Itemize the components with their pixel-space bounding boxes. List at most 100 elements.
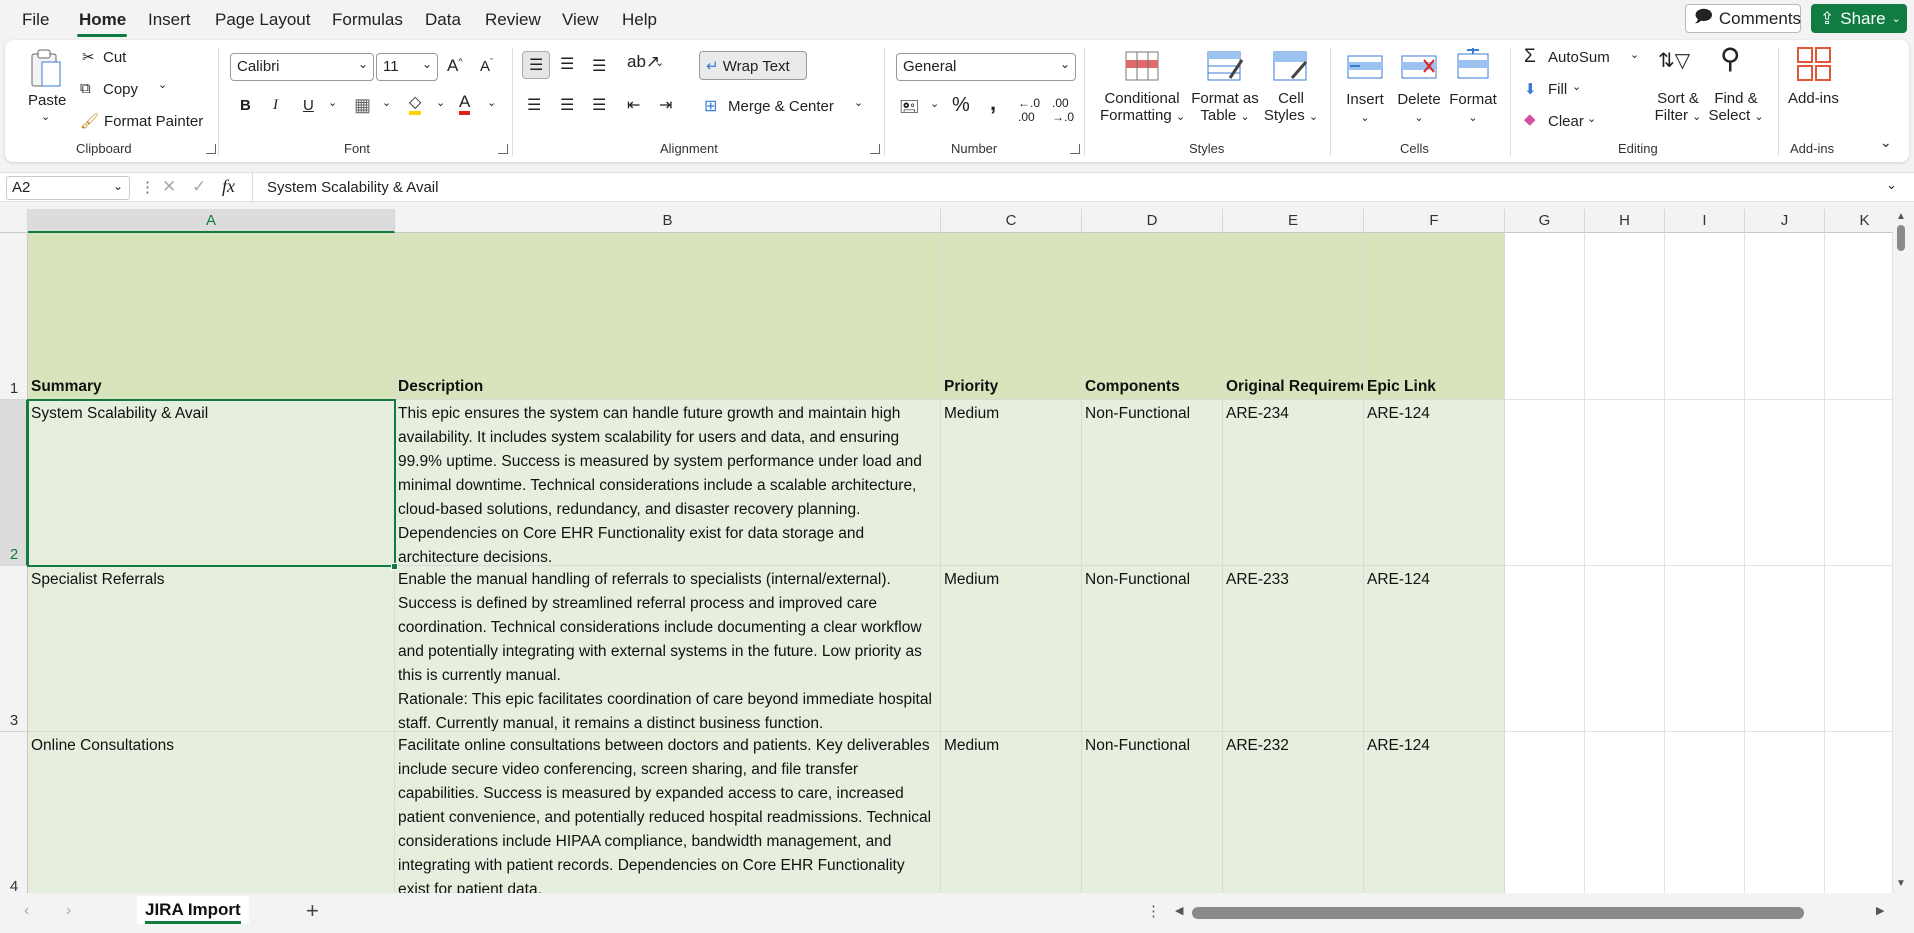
comments-button[interactable]: 🗩 Comments <box>1685 4 1801 33</box>
more-options-icon[interactable]: ⋮ <box>140 178 155 196</box>
increase-indent-icon[interactable]: ⇥ <box>659 95 672 115</box>
column-header-d[interactable]: D <box>1082 209 1223 233</box>
cell-c1[interactable]: Priority <box>941 233 1082 400</box>
merge-center-button[interactable]: Merge & Center <box>728 98 834 115</box>
expand-formula-icon[interactable]: ⌄ <box>1886 177 1897 193</box>
enter-icon[interactable]: ✓ <box>192 177 206 197</box>
vertical-scrollbar-thumb[interactable] <box>1897 225 1905 251</box>
cell-b2[interactable]: This epic ensures the system can handle … <box>395 400 941 566</box>
decrease-decimal-icon[interactable]: .00 →.0 <box>1052 96 1074 124</box>
insert-function-icon[interactable]: fx <box>222 176 235 197</box>
number-launcher-icon[interactable] <box>1070 144 1080 154</box>
menu-help[interactable]: Help <box>622 10 657 30</box>
cell-blank[interactable] <box>1825 233 1893 400</box>
increase-decimal-icon[interactable]: ←.0.00 <box>1018 96 1040 124</box>
select-all-corner[interactable] <box>0 209 28 233</box>
cell-blank[interactable] <box>1665 566 1745 732</box>
chevron-down-icon[interactable]: ⌄ <box>854 96 863 109</box>
borders-icon[interactable]: ▦ <box>354 95 371 116</box>
cell-blank[interactable] <box>1745 233 1825 400</box>
column-header-g[interactable]: G <box>1505 209 1585 233</box>
cell-blank[interactable] <box>1505 732 1585 893</box>
cell-d2[interactable]: Non-Functional <box>1082 400 1223 566</box>
cell-f2[interactable]: ARE-124 <box>1364 400 1505 566</box>
menu-file[interactable]: File <box>22 10 49 30</box>
share-button[interactable]: ⇪ Share ⌄ <box>1811 4 1907 33</box>
align-right-icon[interactable]: ☰ <box>592 95 606 115</box>
chevron-down-icon[interactable]: ⌄ <box>655 56 664 69</box>
cell-blank[interactable] <box>1585 566 1665 732</box>
cell-blank[interactable] <box>1745 732 1825 893</box>
column-header-i[interactable]: I <box>1665 209 1745 233</box>
menu-review[interactable]: Review <box>485 10 541 30</box>
scroll-down-icon[interactable]: ▼ <box>1896 878 1906 889</box>
collapse-ribbon-icon[interactable]: ⌄ <box>1880 134 1892 151</box>
copy-button[interactable]: Copy <box>103 81 138 98</box>
clipboard-launcher-icon[interactable] <box>206 144 216 154</box>
column-header-h[interactable]: H <box>1585 209 1665 233</box>
cell-c4[interactable]: Medium <box>941 732 1082 893</box>
cancel-icon[interactable]: ✕ <box>162 177 176 197</box>
column-header-k[interactable]: K <box>1825 209 1893 233</box>
more-options-icon[interactable]: ⋮ <box>1146 902 1161 920</box>
font-name-select[interactable]: Calibri ⌄ <box>230 53 374 81</box>
cell-blank[interactable] <box>1585 732 1665 893</box>
find-select-button[interactable]: Find & Select ⌄ <box>1708 90 1764 124</box>
decrease-font-icon[interactable]: Aˇ <box>480 57 493 75</box>
column-header-f[interactable]: F <box>1364 209 1505 233</box>
cell-blank[interactable] <box>1585 400 1665 566</box>
cell-e3[interactable]: ARE-233 <box>1223 566 1364 732</box>
percent-button[interactable]: % <box>952 94 970 117</box>
cell-blank[interactable] <box>1825 400 1893 566</box>
menu-formulas[interactable]: Formulas <box>332 10 403 30</box>
conditional-formatting-button[interactable]: Conditional Formatting ⌄ <box>1100 90 1185 124</box>
cell-f1[interactable]: Epic Link <box>1364 233 1505 400</box>
chevron-down-icon[interactable]: ⌄ <box>1587 112 1596 125</box>
align-middle-icon[interactable]: ☰ <box>560 54 574 74</box>
underline-button[interactable]: U <box>303 97 314 114</box>
menu-page-layout[interactable]: Page Layout <box>215 10 310 30</box>
cell-c2[interactable]: Medium <box>941 400 1082 566</box>
cell-b4[interactable]: Facilitate online consultations between … <box>395 732 941 893</box>
cell-blank[interactable] <box>1665 732 1745 893</box>
cell-f4[interactable]: ARE-124 <box>1364 732 1505 893</box>
chevron-down-icon[interactable]: ⌄ <box>1572 80 1581 93</box>
next-sheet-icon[interactable]: › <box>66 902 71 920</box>
scroll-right-icon[interactable]: ▶ <box>1876 904 1884 917</box>
cell-e2[interactable]: ARE-234 <box>1223 400 1364 566</box>
cell-styles-button[interactable]: Cell Styles ⌄ <box>1258 90 1324 124</box>
align-bottom-icon[interactable]: ☰ <box>592 56 606 76</box>
delete-button[interactable]: Delete ⌄ <box>1394 91 1444 125</box>
prev-sheet-icon[interactable]: ‹ <box>24 902 29 920</box>
cell-e4[interactable]: ARE-232 <box>1223 732 1364 893</box>
scroll-up-icon[interactable]: ▲ <box>1896 211 1906 222</box>
menu-view[interactable]: View <box>562 10 599 30</box>
cell-d1[interactable]: Components <box>1082 233 1223 400</box>
decrease-indent-icon[interactable]: ⇤ <box>627 95 640 115</box>
cell-blank[interactable] <box>1825 732 1893 893</box>
cell-blank[interactable] <box>1505 233 1585 400</box>
format-painter-button[interactable]: Format Painter <box>104 113 203 130</box>
chevron-down-icon[interactable]: ⌄ <box>1630 48 1639 61</box>
autosum-button[interactable]: AutoSum <box>1548 49 1610 66</box>
cell-b3[interactable]: Enable the manual handling of referrals … <box>395 566 941 732</box>
chevron-down-icon[interactable]: ⌄ <box>487 96 496 109</box>
column-header-c[interactable]: C <box>941 209 1082 233</box>
font-color-icon[interactable]: A <box>459 93 471 115</box>
font-launcher-icon[interactable] <box>498 144 508 154</box>
chevron-down-icon[interactable]: ⌄ <box>930 97 939 110</box>
name-box[interactable]: A2 ⌄ <box>6 176 130 200</box>
row-header-3[interactable]: 3 <box>0 566 28 732</box>
cell-blank[interactable] <box>1745 400 1825 566</box>
chevron-down-icon[interactable]: ⌄ <box>158 78 167 91</box>
cell-blank[interactable] <box>1745 566 1825 732</box>
column-header-j[interactable]: J <box>1745 209 1825 233</box>
cell-d3[interactable]: Non-Functional <box>1082 566 1223 732</box>
menu-insert[interactable]: Insert <box>148 10 191 30</box>
number-format-select[interactable]: General ⌄ <box>896 53 1076 81</box>
column-header-a[interactable]: A <box>28 209 395 233</box>
chevron-down-icon[interactable]: ⌄ <box>328 96 337 109</box>
horizontal-scrollbar-thumb[interactable] <box>1192 907 1804 919</box>
cell-blank[interactable] <box>1505 566 1585 732</box>
format-button[interactable]: Format ⌄ <box>1448 91 1498 125</box>
